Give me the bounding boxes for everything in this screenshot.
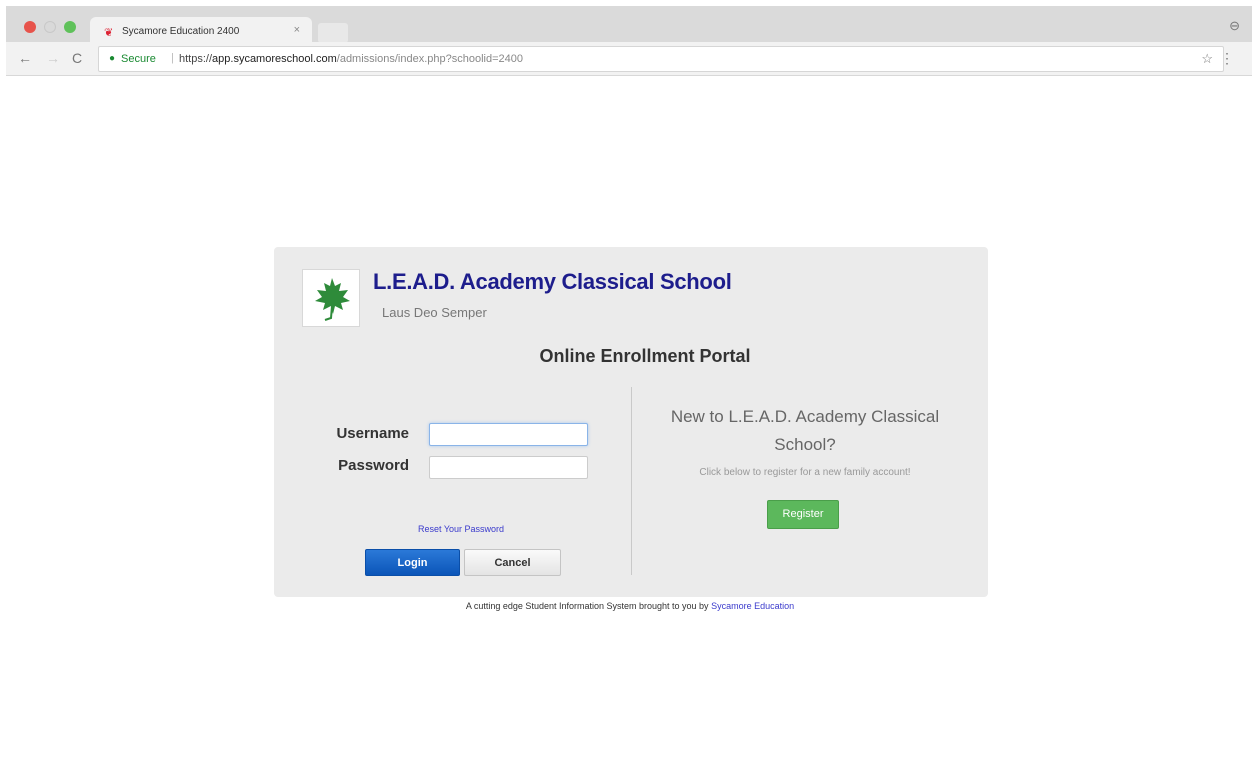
divider [631, 387, 632, 575]
footer-link[interactable]: Sycamore Education [711, 601, 794, 611]
bookmark-star-icon[interactable]: ☆ [1201, 51, 1213, 67]
school-motto: Laus Deo Semper [382, 305, 487, 320]
footer: A cutting edge Student Information Syste… [0, 601, 1253, 611]
lock-icon: ● [109, 53, 116, 64]
browser-toolbar: ← → C ● Secure | https://app.sycamoresch… [6, 42, 1252, 76]
login-panel: L.E.A.D. Academy Classical School Laus D… [274, 247, 988, 597]
password-input[interactable] [429, 456, 588, 479]
cancel-button[interactable]: Cancel [464, 549, 561, 576]
maximize-window-button[interactable] [64, 21, 76, 33]
url-separator: | [171, 52, 174, 64]
url-scheme: https:// [179, 53, 213, 65]
url-text: https://app.sycamoreschool.com/admission… [179, 53, 523, 65]
register-button[interactable]: Register [767, 500, 839, 529]
close-window-button[interactable] [24, 21, 36, 33]
browser-tab-strip: ❦ Sycamore Education 2400 × ⊖ [6, 6, 1252, 48]
school-logo [302, 269, 360, 327]
login-button[interactable]: Login [365, 549, 460, 576]
browser-menu-icon[interactable]: ⋮ [1220, 50, 1234, 67]
url-host: app.sycamoreschool.com [212, 53, 337, 65]
username-input[interactable] [429, 423, 588, 446]
reset-password-link[interactable]: Reset Your Password [418, 524, 504, 534]
register-heading: New to L.E.A.D. Academy Classical School… [670, 407, 940, 454]
maple-leaf-icon [315, 278, 350, 321]
secure-label: Secure [121, 53, 156, 65]
portal-title: Online Enrollment Portal [539, 346, 751, 366]
tab-title: Sycamore Education 2400 [122, 26, 240, 37]
address-bar[interactable]: ● Secure | https://app.sycamoreschool.co… [98, 46, 1224, 72]
forward-arrow-icon[interactable]: → [46, 50, 60, 66]
url-path: /admissions/index.php?schoolid=2400 [336, 53, 523, 65]
new-tab-button[interactable] [318, 23, 348, 43]
footer-text: A cutting edge Student Information Syste… [465, 601, 709, 611]
minimize-window-button[interactable] [44, 21, 56, 33]
school-name: L.E.A.D. Academy Classical School [373, 269, 732, 294]
favicon-icon: ❦ [104, 27, 114, 39]
tab-close-icon[interactable]: × [294, 24, 300, 36]
register-subtext: Click below to register for a new family… [699, 467, 911, 478]
username-label: Username [336, 425, 409, 442]
password-label: Password [338, 457, 409, 474]
reload-icon[interactable]: C [72, 50, 82, 66]
back-arrow-icon[interactable]: ← [18, 50, 32, 66]
profile-icon[interactable]: ⊖ [1229, 18, 1240, 34]
